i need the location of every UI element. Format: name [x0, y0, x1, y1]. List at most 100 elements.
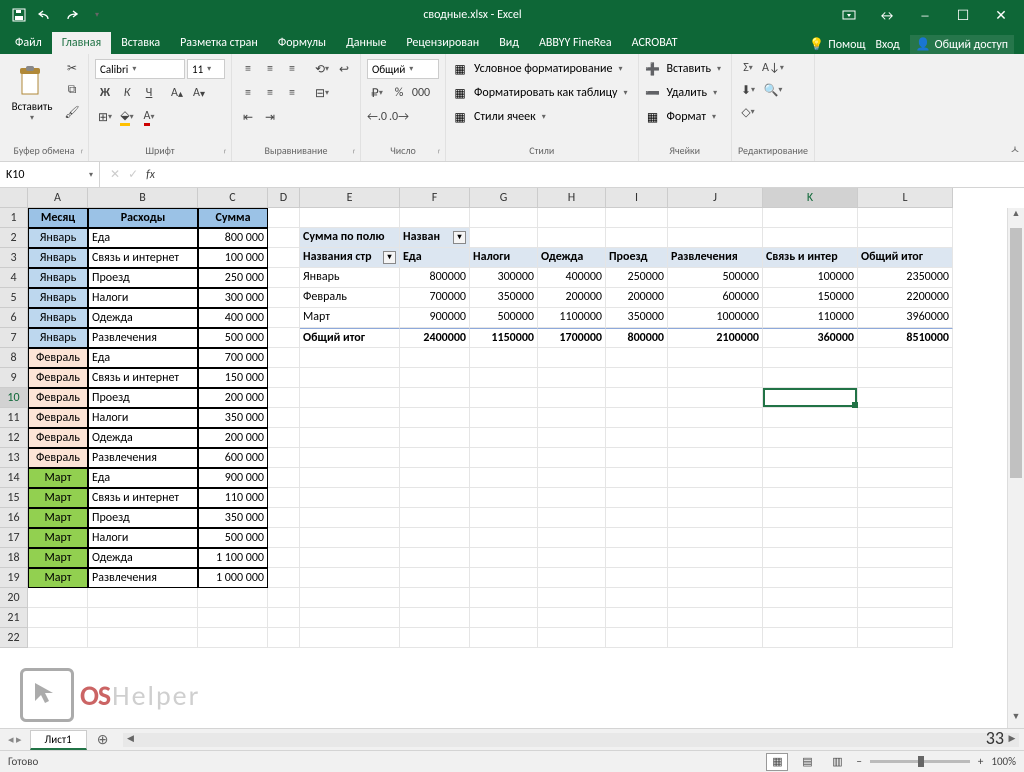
sheet-tab-active[interactable]: Лист1: [30, 730, 87, 750]
format-cells-button[interactable]: ▦Формат▾: [645, 106, 721, 128]
find-select-button[interactable]: 🔍▾: [762, 80, 784, 100]
delete-cells-button[interactable]: ➖Удалить▾: [645, 82, 722, 104]
tab-abbyy[interactable]: ABBYY FineRea: [529, 32, 622, 54]
clear-button[interactable]: ◇▾: [738, 102, 758, 122]
sign-in-link[interactable]: Вход: [875, 38, 899, 52]
cancel-formula-icon[interactable]: ✕: [110, 167, 120, 182]
shrink-font-button[interactable]: A▾: [189, 83, 209, 103]
share-button[interactable]: 👤Общий доступ: [910, 35, 1014, 54]
group-label-clipboard: Буфер обмена: [6, 142, 82, 157]
comma-format-button[interactable]: 000: [411, 83, 431, 103]
enter-formula-icon[interactable]: ✓: [128, 167, 138, 182]
zoom-slider[interactable]: [870, 760, 970, 763]
merge-button[interactable]: ⊟▾: [312, 83, 332, 103]
tab-file[interactable]: Файл: [5, 32, 52, 54]
page-layout-view-button[interactable]: ▤: [796, 753, 818, 771]
bold-button[interactable]: Ж: [95, 83, 115, 103]
zoom-in-button[interactable]: +: [978, 755, 983, 768]
accounting-format-button[interactable]: ₽▾: [367, 83, 387, 103]
horizontal-scrollbar[interactable]: ◀ ▶: [123, 733, 1019, 747]
tab-acrobat[interactable]: ACROBAT: [622, 32, 688, 54]
cut-icon[interactable]: ✂: [62, 58, 82, 78]
maximize-icon[interactable]: ☐: [953, 5, 973, 25]
scroll-up-icon[interactable]: ▲: [1008, 208, 1024, 225]
underline-button[interactable]: Ч: [139, 83, 159, 103]
decrease-indent-button[interactable]: ⇤: [238, 107, 258, 127]
autosum-button[interactable]: Σ▾: [738, 58, 758, 78]
font-color-button[interactable]: A▾: [139, 107, 159, 127]
format-painter-icon[interactable]: 🖌: [62, 102, 82, 122]
page-number: 33: [986, 727, 1004, 749]
undo-icon[interactable]: [36, 6, 54, 24]
italic-button[interactable]: К: [117, 83, 137, 103]
name-box[interactable]: K10▾: [0, 162, 100, 187]
save-icon[interactable]: [10, 6, 28, 24]
page-break-view-button[interactable]: ▥: [826, 753, 848, 771]
fill-button[interactable]: ⬇▾: [738, 80, 758, 100]
group-cells: ➕Вставить▾ ➖Удалить▾ ▦Формат▾ Ячейки: [639, 54, 733, 161]
copy-icon[interactable]: ⧉: [62, 80, 82, 100]
decrease-decimal-button[interactable]: .0→: [389, 107, 409, 127]
collapse-ribbon-icon[interactable]: ㅅ: [1010, 141, 1020, 157]
zoom-out-button[interactable]: −: [856, 755, 861, 768]
spreadsheet[interactable]: ABCDEFGHIJKL 123456789101112131415161718…: [0, 188, 1024, 728]
orientation-button[interactable]: ⟲▾: [312, 59, 332, 79]
percent-format-button[interactable]: %: [389, 83, 409, 103]
cells-grid[interactable]: МесяцРасходыСуммаЯнварьЕда800 000Сумма п…: [28, 208, 953, 648]
select-all-corner[interactable]: [0, 188, 28, 208]
redo-icon[interactable]: [62, 6, 80, 24]
qat-customize-icon[interactable]: ▾: [88, 6, 106, 24]
tab-page-layout[interactable]: Разметка стран: [170, 32, 268, 54]
paste-icon: [16, 66, 48, 98]
scroll-thumb[interactable]: [1010, 228, 1022, 478]
insert-cells-button[interactable]: ➕Вставить▾: [645, 58, 726, 80]
cell-styles-button[interactable]: ▦Стили ячеек▾: [452, 106, 550, 128]
number-format-combo[interactable]: Общий▾: [367, 59, 439, 79]
grow-font-button[interactable]: A▴: [167, 83, 187, 103]
normal-view-button[interactable]: ▦: [766, 753, 788, 771]
hscroll-right-icon[interactable]: ▶: [1005, 733, 1019, 747]
increase-indent-button[interactable]: ⇥: [260, 107, 280, 127]
tab-formulas[interactable]: Формулы: [268, 32, 336, 54]
align-middle-button[interactable]: ≡: [260, 59, 280, 79]
window-controls: ↔ ─ ☐ ✕: [839, 5, 1011, 25]
minimize-icon[interactable]: ─: [915, 5, 935, 25]
conditional-format-button[interactable]: ▦Условное форматирование▾: [452, 58, 626, 80]
ribbon: Вставить▾ ✂ ⧉ 🖌 Буфер обмена Calibri▾ 11…: [0, 54, 1024, 162]
align-top-button[interactable]: ≡: [238, 59, 258, 79]
paste-button[interactable]: Вставить▾: [6, 58, 58, 130]
column-headers[interactable]: ABCDEFGHIJKL: [28, 188, 953, 208]
sheet-nav-icon[interactable]: ◂ ▸: [0, 733, 30, 746]
wrap-text-button[interactable]: ↩: [334, 59, 354, 79]
ribbon-options-icon[interactable]: [839, 5, 859, 25]
group-label-alignment: Выравнивание: [238, 142, 354, 157]
font-name-combo[interactable]: Calibri▾: [95, 59, 185, 79]
format-as-table-button[interactable]: ▦Форматировать как таблицу▾: [452, 82, 632, 104]
align-left-button[interactable]: ≡: [238, 83, 258, 103]
sort-filter-button[interactable]: A↓▾: [762, 58, 784, 78]
hscroll-left-icon[interactable]: ◀: [123, 733, 137, 747]
vertical-scrollbar[interactable]: ▲ ▼: [1007, 208, 1024, 728]
font-size-combo[interactable]: 11▾: [187, 59, 225, 79]
tab-data[interactable]: Данные: [336, 32, 396, 54]
delete-icon: ➖: [645, 85, 661, 101]
touch-mode-icon[interactable]: ↔: [877, 5, 897, 25]
zoom-level[interactable]: 100%: [991, 755, 1016, 768]
tab-view[interactable]: Вид: [489, 32, 529, 54]
align-bottom-button[interactable]: ≡: [282, 59, 302, 79]
fill-color-button[interactable]: ⬙▾: [117, 107, 137, 127]
tab-home[interactable]: Главная: [52, 32, 111, 54]
close-icon[interactable]: ✕: [991, 5, 1011, 25]
watermark: OS Helper: [20, 668, 200, 722]
align-center-button[interactable]: ≡: [260, 83, 280, 103]
tab-review[interactable]: Рецензирован: [396, 32, 489, 54]
scroll-down-icon[interactable]: ▼: [1008, 711, 1024, 728]
new-sheet-button[interactable]: ⊕: [87, 731, 119, 748]
tell-me-search[interactable]: 💡Помощ: [809, 37, 865, 52]
increase-decimal-button[interactable]: ←.0: [367, 107, 387, 127]
row-headers[interactable]: 12345678910111213141516171819202122: [0, 208, 28, 648]
insert-function-icon[interactable]: fx: [146, 168, 155, 182]
align-right-button[interactable]: ≡: [282, 83, 302, 103]
borders-button[interactable]: ⊞▾: [95, 107, 115, 127]
tab-insert[interactable]: Вставка: [111, 32, 170, 54]
